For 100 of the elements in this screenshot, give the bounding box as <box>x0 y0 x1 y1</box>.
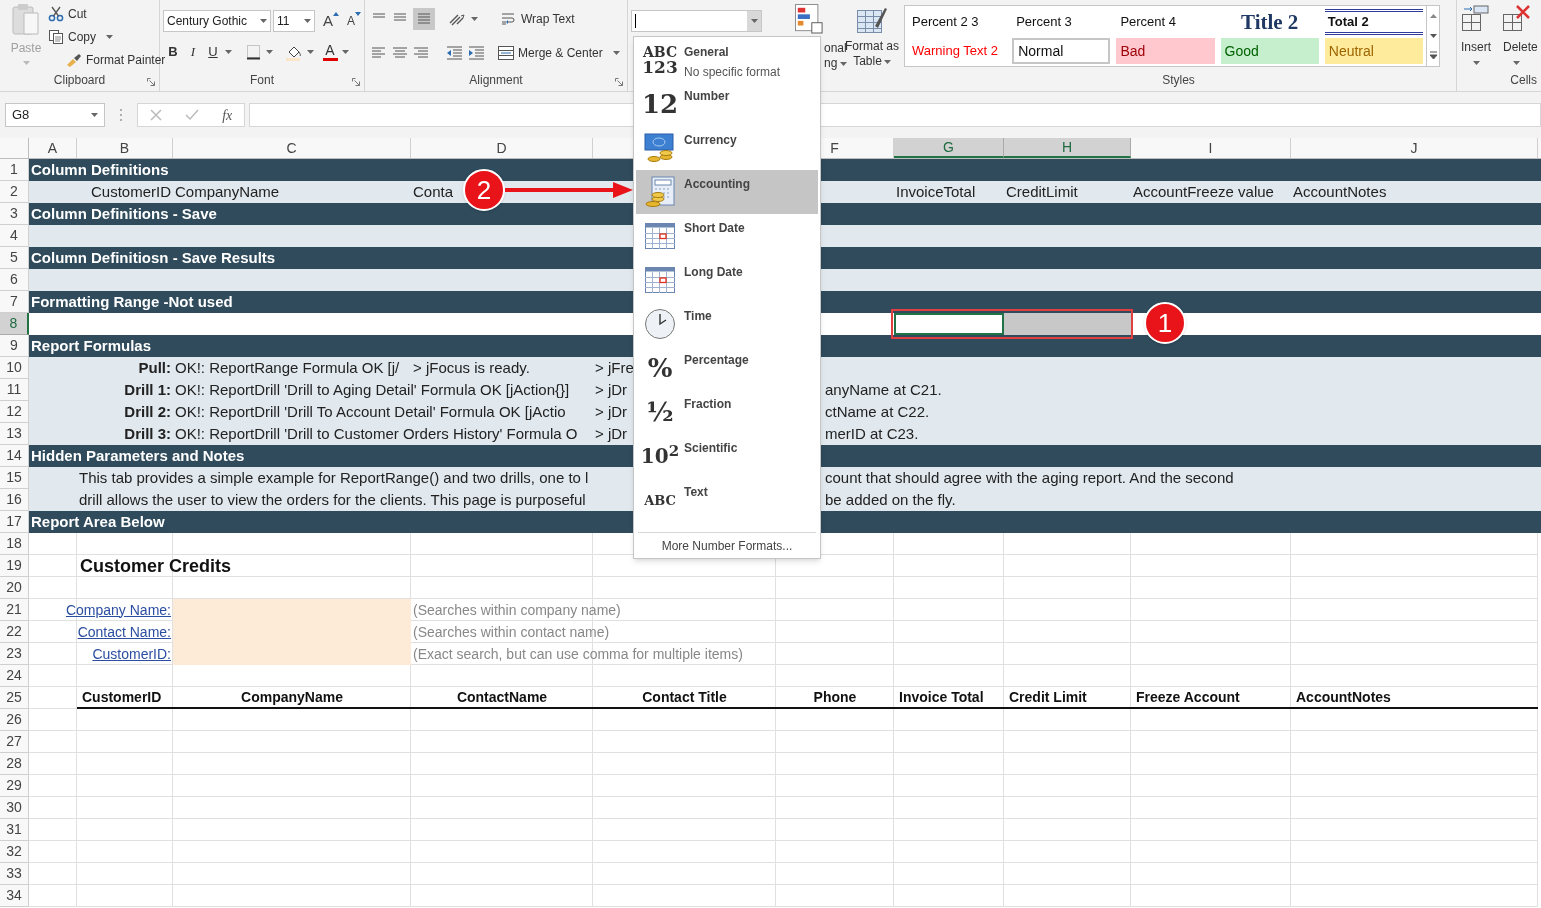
column-header[interactable]: J <box>1291 138 1538 158</box>
row-header[interactable]: 10 <box>0 357 29 379</box>
selected-cell[interactable] <box>1004 313 1131 335</box>
insert-function-button[interactable]: fx <box>222 104 233 126</box>
italic-button[interactable]: I <box>185 42 201 62</box>
menu-item[interactable]: Accounting <box>636 170 818 214</box>
field-label-link[interactable]: Contact Name: <box>75 621 173 643</box>
font-color-button[interactable]: A <box>322 42 338 61</box>
menu-item[interactable]: ABC 123 General No specific format <box>636 38 818 82</box>
row-header[interactable]: 24 <box>0 665 29 687</box>
input-field[interactable] <box>173 599 411 621</box>
underline-button[interactable]: U <box>205 42 221 62</box>
column-header[interactable]: I <box>1131 138 1291 158</box>
cell-style[interactable]: Warning Text 2 <box>908 38 1007 64</box>
menu-item[interactable]: Time <box>636 302 818 346</box>
row-header[interactable]: 34 <box>0 885 29 907</box>
name-box[interactable]: G8 <box>5 103 105 127</box>
row-header[interactable]: 1 <box>0 159 29 181</box>
cell-style[interactable]: Good <box>1220 38 1319 64</box>
wrap-text-button[interactable]: Wrap Text <box>501 10 575 28</box>
row-header[interactable]: 5 <box>0 247 29 269</box>
row-header[interactable]: 27 <box>0 731 29 753</box>
column-header[interactable]: B <box>77 138 173 158</box>
row-header[interactable]: 19 <box>0 555 29 577</box>
menu-item[interactable]: Long Date <box>636 258 818 302</box>
menu-item[interactable]: 12 Number <box>636 82 818 126</box>
row-header[interactable]: 30 <box>0 797 29 819</box>
format-painter-button[interactable]: Format Painter <box>48 50 166 69</box>
column-header[interactable]: D <box>411 138 593 158</box>
row-header[interactable]: 23 <box>0 643 29 665</box>
align-left-icon[interactable] <box>371 46 387 60</box>
dialog-launcher-icon[interactable] <box>352 78 360 86</box>
menu-item[interactable]: ½ Fraction <box>636 390 818 434</box>
conditional-formatting-label[interactable]: ng <box>824 56 848 71</box>
row-header[interactable]: 33 <box>0 863 29 885</box>
cut-button[interactable]: Cut <box>48 4 166 23</box>
row-header[interactable]: 11 <box>0 379 29 401</box>
row-header[interactable]: 12 <box>0 401 29 423</box>
row-header[interactable]: 21 <box>0 599 29 621</box>
row-header[interactable]: 29 <box>0 775 29 797</box>
row-header[interactable]: 22 <box>0 621 29 643</box>
conditional-formatting-icon[interactable] <box>795 4 823 34</box>
merge-and-center-button[interactable]: Merge & Center <box>498 44 620 62</box>
menu-item[interactable]: ABC Text <box>636 478 818 522</box>
enter-icon[interactable] <box>184 109 199 121</box>
bold-button[interactable]: B <box>165 42 181 62</box>
row-header[interactable]: 6 <box>0 269 29 291</box>
dialog-launcher-icon[interactable] <box>147 78 155 86</box>
row-header[interactable]: 3 <box>0 203 29 225</box>
cell-style[interactable]: Percent 2 3 <box>908 9 1007 35</box>
field-label-link[interactable]: Company Name: <box>63 599 173 621</box>
row-header[interactable]: 4 <box>0 225 29 247</box>
row-header[interactable]: 26 <box>0 709 29 731</box>
menu-item[interactable]: Short Date <box>636 214 818 258</box>
active-cell[interactable] <box>894 313 1004 335</box>
bottom-align-icon[interactable] <box>416 12 432 26</box>
insert-button[interactable]: Insert <box>1461 4 1491 65</box>
row-header[interactable]: 17 <box>0 511 29 533</box>
menu-item[interactable]: % Percentage <box>636 346 818 390</box>
cell-style[interactable]: Bad <box>1116 38 1215 64</box>
cell-style[interactable]: Percent 3 <box>1012 9 1111 35</box>
conditional-formatting-label[interactable]: onal <box>824 41 847 56</box>
cell-style[interactable]: Percent 4 <box>1116 9 1215 35</box>
decrease-font-size-button[interactable]: A <box>341 10 361 32</box>
row-header[interactable]: 2 <box>0 181 29 203</box>
row-header[interactable]: 9 <box>0 335 29 357</box>
row-header[interactable]: 15 <box>0 467 29 489</box>
dialog-launcher-icon[interactable] <box>615 78 623 86</box>
row-header[interactable]: 32 <box>0 841 29 863</box>
row-header[interactable]: 18 <box>0 533 29 555</box>
more-formats-link[interactable]: More Number Formats... <box>661 536 793 555</box>
cancel-icon[interactable] <box>149 109 162 121</box>
row-header[interactable]: 16 <box>0 489 29 511</box>
font-name-box[interactable]: Century Gothic <box>163 10 271 32</box>
copy-button[interactable]: Copy <box>48 27 166 46</box>
row-header[interactable]: 8 <box>0 313 29 335</box>
row-header[interactable]: 28 <box>0 753 29 775</box>
center-icon[interactable] <box>392 46 408 60</box>
column-header[interactable]: H <box>1004 138 1131 158</box>
orientation-icon[interactable] <box>448 11 466 27</box>
row-header[interactable]: 7 <box>0 291 29 313</box>
number-format-box[interactable] <box>631 10 762 32</box>
row-header[interactable]: 20 <box>0 577 29 599</box>
column-header[interactable]: C <box>173 138 411 158</box>
row-header[interactable]: 13 <box>0 423 29 445</box>
menu-item[interactable]: 10$^{2}$ Scientific <box>636 434 818 478</box>
cell-style[interactable]: Neutral <box>1324 38 1423 64</box>
decrease-indent-icon[interactable] <box>446 46 463 60</box>
cell-style[interactable]: Total 2 <box>1324 9 1423 35</box>
borders-icon[interactable] <box>246 43 262 60</box>
increase-indent-icon[interactable] <box>468 46 485 60</box>
field-label-link[interactable]: CustomerID: <box>90 643 173 665</box>
row-header[interactable]: 14 <box>0 445 29 467</box>
row-header[interactable]: 31 <box>0 819 29 841</box>
cell-style[interactable]: Title 2 <box>1220 9 1319 35</box>
column-header[interactable]: G <box>894 138 1004 158</box>
input-field[interactable] <box>173 643 411 665</box>
delete-button[interactable]: Delete <box>1503 4 1538 65</box>
cell-style[interactable]: Normal <box>1012 38 1111 64</box>
align-right-icon[interactable] <box>413 46 429 60</box>
